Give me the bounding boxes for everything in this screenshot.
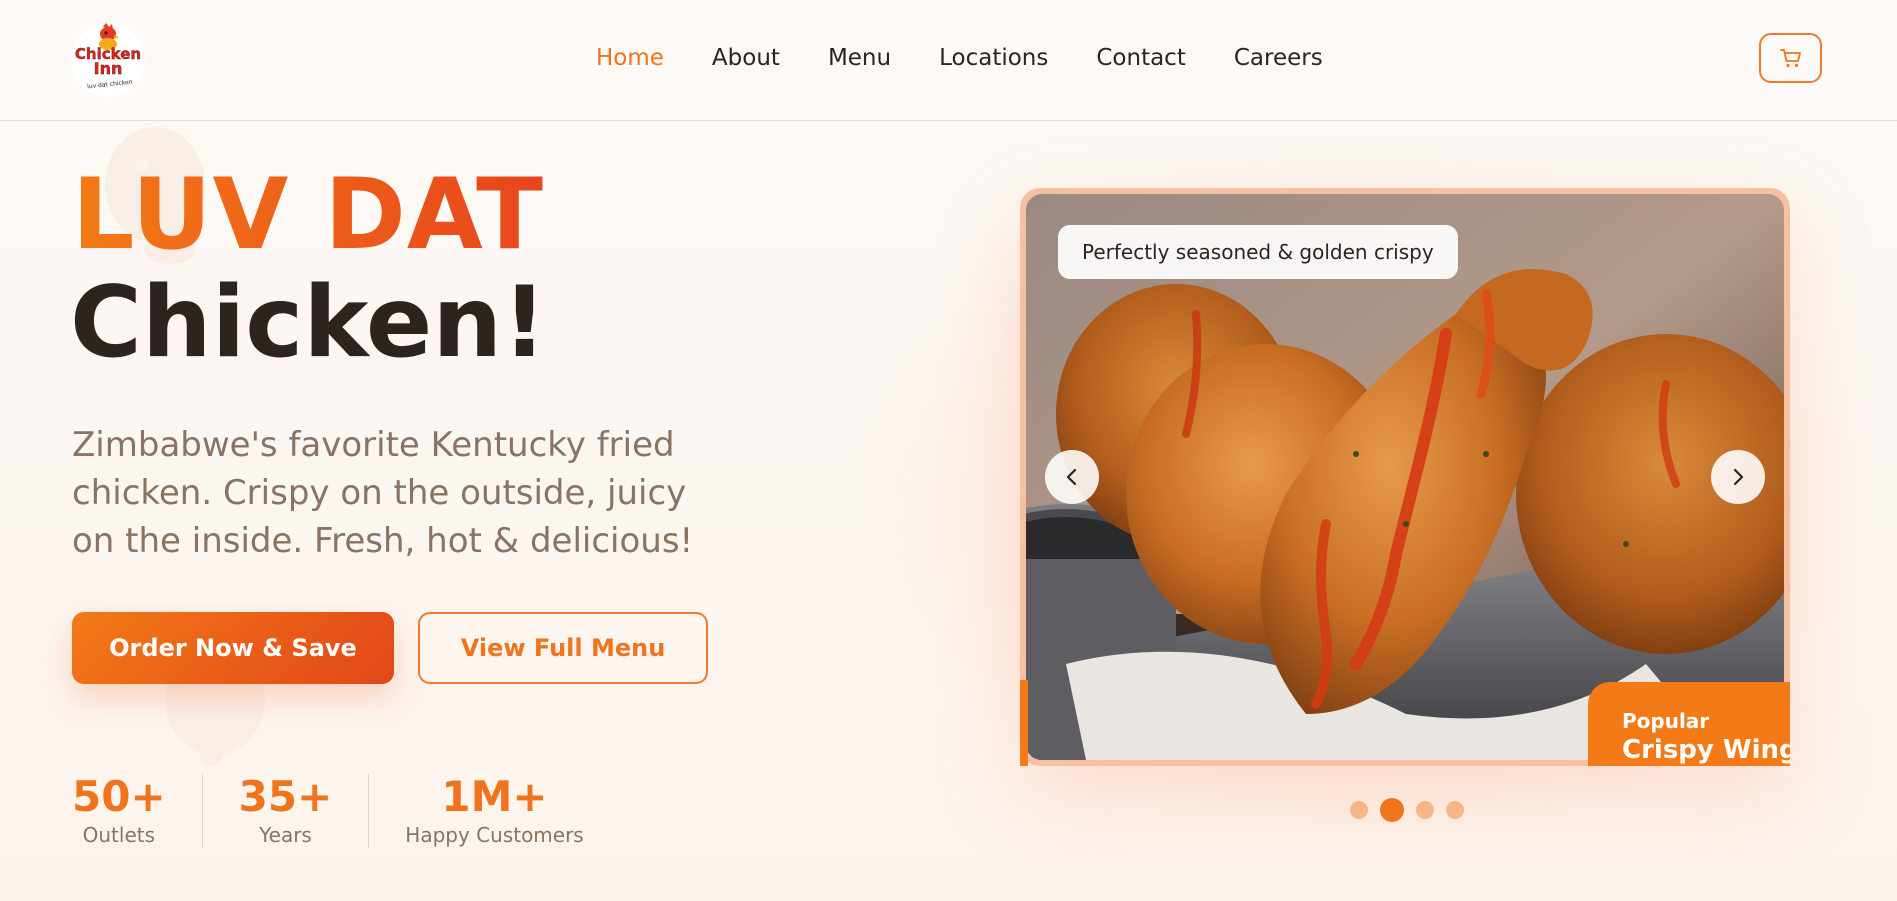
nav-item-contact[interactable]: Contact: [1096, 44, 1185, 72]
order-now-button[interactable]: Order Now & Save: [72, 612, 394, 684]
stat-label: Happy Customers: [405, 823, 584, 847]
stat-divider: [201, 774, 203, 848]
nav-item-home[interactable]: Home: [596, 44, 664, 72]
main-nav: Home About Menu Locations Contact Career…: [596, 44, 1323, 72]
carousel-caption: Perfectly seasoned & golden crispy: [1058, 225, 1458, 279]
stat-divider: [368, 774, 370, 848]
cart-icon: [1779, 49, 1801, 68]
carousel-accent-bar: [1020, 680, 1028, 766]
carousel-dot-2[interactable]: [1380, 798, 1404, 822]
view-menu-button[interactable]: View Full Menu: [418, 612, 708, 684]
carousel-dots: [1350, 798, 1464, 822]
popular-badge-title: Crispy Wings: [1622, 735, 1790, 765]
stat-value: 50+: [72, 772, 166, 821]
nav-item-about[interactable]: About: [712, 44, 780, 72]
stat-outlets: 50+ Outlets: [72, 772, 166, 848]
carousel-next-button[interactable]: [1711, 450, 1765, 504]
hero-description: Zimbabwe's favorite Kentucky fried chick…: [72, 425, 694, 561]
carousel-dot-3[interactable]: [1416, 801, 1434, 819]
chevron-right-icon: [1733, 468, 1744, 486]
stat-label: Outlets: [82, 823, 156, 847]
chevron-left-icon: [1066, 468, 1077, 486]
chicken-inn-logo[interactable]: Chicken Inn luv dat chicken: [70, 22, 146, 98]
stat-customers: 1M+ Happy Customers: [405, 772, 583, 848]
nav-item-careers[interactable]: Careers: [1234, 44, 1323, 72]
hero-title-highlight: LUV DAT: [72, 158, 544, 272]
svg-text:Inn: Inn: [94, 59, 123, 78]
stats-row: 50+ Outlets 35+ Years 1M+ Happy Customer…: [72, 772, 584, 848]
stat-value: 35+: [238, 772, 333, 821]
hero-title: Chicken!: [70, 266, 547, 380]
cart-button[interactable]: [1759, 33, 1822, 83]
popular-badge-label: Popular: [1622, 709, 1710, 733]
stat-years: 35+ Years: [239, 772, 333, 848]
carousel-dot-1[interactable]: [1350, 801, 1368, 819]
stat-value: 1M+: [441, 772, 548, 821]
popular-badge: Popular Crispy Wings: [1588, 682, 1790, 766]
stat-label: Years: [259, 823, 312, 847]
nav-item-locations[interactable]: Locations: [939, 44, 1048, 72]
site-header: Chicken Inn luv dat chicken Home About M…: [0, 0, 1897, 121]
carousel-dot-4[interactable]: [1446, 801, 1464, 819]
carousel-prev-button[interactable]: [1045, 450, 1099, 504]
nav-item-menu[interactable]: Menu: [828, 44, 891, 72]
